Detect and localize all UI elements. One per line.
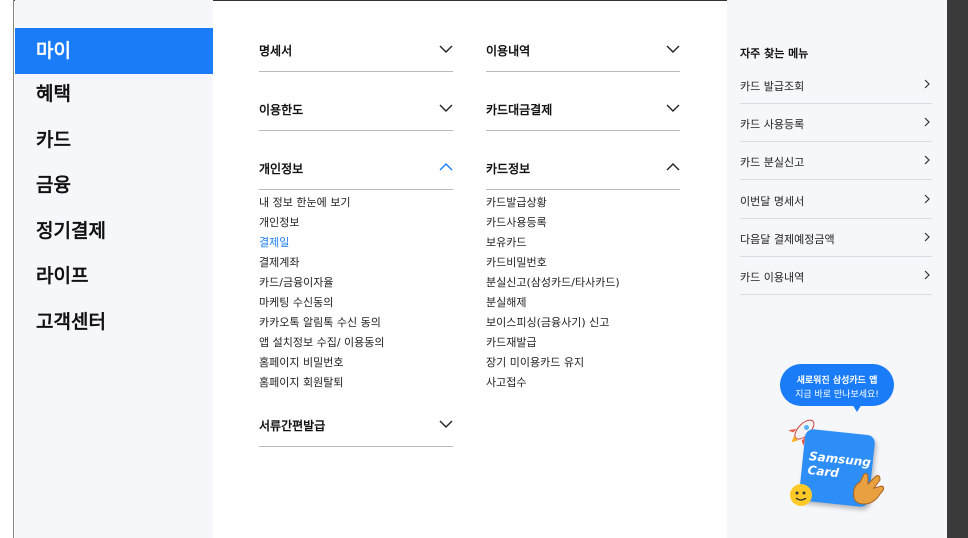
list-item[interactable]: 장기 미이용카드 유지 [486, 354, 584, 370]
list-item-active[interactable]: 결제일 [259, 234, 289, 250]
list-item[interactable]: 내 정보 한눈에 보기 [259, 194, 350, 210]
accordion-usage-history[interactable]: 이용내역 [486, 28, 680, 72]
favorite-item[interactable]: 이번달 명세서 [740, 181, 932, 219]
chevron-down-icon [439, 420, 453, 428]
list-item[interactable]: 보유카드 [486, 234, 526, 250]
sidebar-item-card[interactable]: 카드 [15, 117, 213, 163]
bubble-tail [852, 404, 862, 412]
promo-line2: 지금 바로 만나보세요! [795, 390, 879, 400]
list-item[interactable]: 카드발급상황 [486, 194, 547, 210]
hand-icon [853, 473, 885, 505]
sidebar-item-finance[interactable]: 금융 [15, 162, 213, 208]
chevron-down-icon [439, 104, 453, 112]
accordion-title: 개인정보 [259, 162, 304, 176]
favorite-label: 이번달 명세서 [740, 195, 805, 208]
sidebar: 마이 혜택 카드 금융 정기결제 라이프 고객센터 [15, 0, 213, 538]
list-item[interactable]: 홈페이지 회원탈퇴 [259, 374, 343, 390]
list-item[interactable]: 사고접수 [486, 374, 526, 390]
accordion-title: 카드정보 [486, 162, 531, 176]
chevron-right-icon [924, 270, 930, 280]
list-item[interactable]: 개인정보 [259, 214, 299, 230]
chevron-up-icon [666, 163, 680, 171]
card-text-line2: Card [806, 462, 840, 481]
chevron-right-icon [924, 117, 930, 127]
accordion-card-payment[interactable]: 카드대금결제 [486, 87, 680, 131]
chevron-down-icon [439, 45, 453, 53]
favorite-label: 카드 이용내역 [740, 271, 805, 284]
accordion-statement[interactable]: 명세서 [259, 28, 453, 72]
favorite-label: 카드 분실신고 [740, 156, 805, 169]
accordion-title: 서류간편발급 [259, 419, 326, 433]
list-item[interactable]: 보이스피싱(금융사기) 신고 [486, 314, 609, 330]
promo-bubble: 새로워진 삼성카드 앱 지금 바로 만나보세요! [780, 364, 894, 406]
sidebar-item-my[interactable]: 마이 [15, 28, 213, 74]
promo-line1: 새로워진 삼성카드 앱 [796, 376, 878, 386]
sidebar-item-benefits[interactable]: 혜택 [15, 71, 213, 117]
sidebar-item-subscription[interactable]: 정기결제 [15, 208, 213, 254]
favorite-item[interactable]: 카드 사용등록 [740, 104, 932, 142]
accordion-personal-info[interactable]: 개인정보 [259, 146, 453, 190]
favorites-title: 자주 찾는 메뉴 [740, 47, 809, 60]
left-edge [0, 0, 14, 538]
sidebar-item-life[interactable]: 라이프 [15, 253, 213, 299]
accordion-usage-limit[interactable]: 이용한도 [259, 87, 453, 131]
chevron-right-icon [924, 232, 930, 242]
accordion-title: 카드대금결제 [486, 103, 553, 117]
smiley-icon [790, 484, 812, 506]
sidebar-item-customer-center[interactable]: 고객센터 [15, 299, 213, 345]
chevron-right-icon [924, 194, 930, 204]
list-item[interactable]: 카드비밀번호 [486, 254, 547, 270]
accordion-document-issue[interactable]: 서류간편발급 [259, 403, 453, 447]
chevron-down-icon [666, 104, 680, 112]
favorite-item[interactable]: 카드 분실신고 [740, 142, 932, 180]
list-item[interactable]: 앱 설치정보 수집/ 이용동의 [259, 334, 385, 350]
list-item[interactable]: 분실해제 [486, 294, 526, 310]
accordion-title: 이용한도 [259, 103, 304, 117]
favorite-label: 다음달 결제예정금액 [740, 233, 835, 246]
chevron-up-icon [439, 163, 453, 171]
favorite-item[interactable]: 다음달 결제예정금액 [740, 219, 932, 257]
favorite-item[interactable]: 카드 발급조회 [740, 66, 932, 104]
list-item[interactable]: 카드사용등록 [486, 214, 547, 230]
favorite-label: 카드 사용등록 [740, 118, 805, 131]
accordion-title: 이용내역 [486, 44, 531, 58]
favorite-label: 카드 발급조회 [740, 80, 805, 93]
list-item[interactable]: 결제계좌 [259, 254, 299, 270]
accordion-card-info[interactable]: 카드정보 [486, 146, 680, 190]
list-item[interactable]: 카카오톡 알림톡 수신 동의 [259, 314, 381, 330]
app-promo-banner[interactable]: 새로워진 삼성카드 앱 지금 바로 만나보세요! Samsung Card [780, 364, 900, 514]
right-edge [947, 0, 968, 538]
list-item[interactable]: 분실신고(삼성카드/타사카드) [486, 274, 620, 290]
list-item[interactable]: 카드/금융이자율 [259, 274, 334, 290]
chevron-down-icon [666, 45, 680, 53]
list-item[interactable]: 마케팅 수신동의 [259, 294, 333, 310]
accordion-title: 명세서 [259, 44, 293, 58]
favorite-item[interactable]: 카드 이용내역 [740, 257, 932, 295]
list-item[interactable]: 카드재발급 [486, 334, 537, 350]
chevron-right-icon [924, 79, 930, 89]
list-item[interactable]: 홈페이지 비밀번호 [259, 354, 343, 370]
chevron-right-icon [924, 155, 930, 165]
